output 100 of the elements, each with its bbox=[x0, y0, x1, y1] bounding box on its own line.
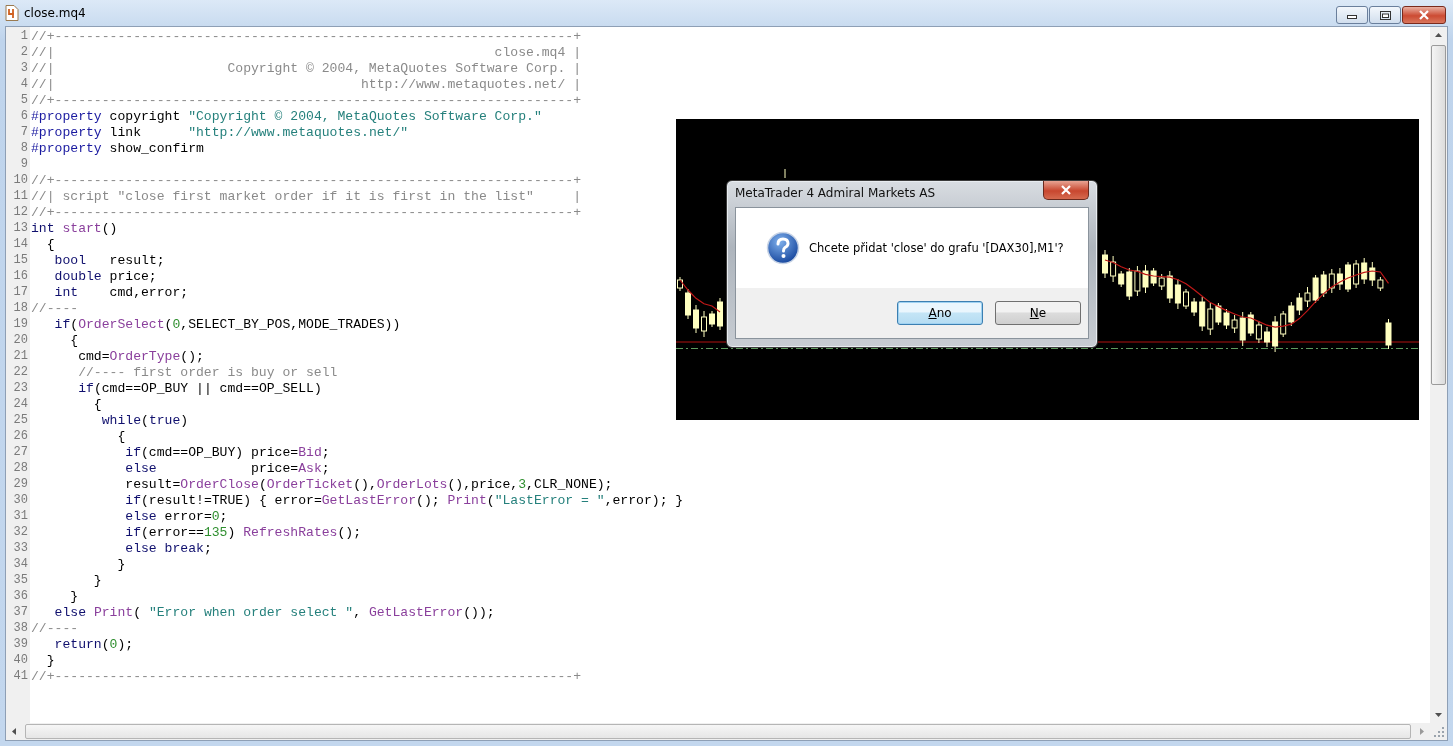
code-line: //| script "close first market order if it is first in the list" | bbox=[31, 189, 582, 205]
code-line: } bbox=[92, 573, 102, 589]
code-line: { bbox=[116, 429, 126, 445]
line-number: 18 bbox=[12, 301, 29, 317]
line-number: 27 bbox=[12, 445, 29, 461]
line-number: 6 bbox=[19, 109, 29, 125]
minimize-button[interactable] bbox=[1336, 6, 1368, 24]
restore-icon bbox=[1379, 10, 1391, 20]
line-number: 40 bbox=[12, 653, 29, 669]
line-number: 8 bbox=[19, 141, 29, 157]
candlestick bbox=[1345, 261, 1351, 293]
line-number: 5 bbox=[19, 93, 29, 109]
code-line: double price; bbox=[53, 269, 157, 285]
vertical-scrollbar[interactable] bbox=[1430, 27, 1447, 723]
line-number: 7 bbox=[19, 125, 29, 141]
line-number: 35 bbox=[12, 573, 29, 589]
dialog-message: Chcete přidat 'close' do grafu '[DAX30],M1'? bbox=[809, 241, 1064, 255]
line-number: 9 bbox=[19, 157, 29, 173]
line-number: 20 bbox=[12, 333, 29, 349]
candlestick bbox=[1264, 326, 1270, 348]
code-line: //| Copyright © 2004, MetaQuotes Software Corp. | bbox=[31, 61, 582, 77]
candle-wick bbox=[784, 168, 786, 179]
line-number: 22 bbox=[12, 365, 29, 381]
code-line: //+------------------------------------------------------------------+ bbox=[31, 93, 582, 109]
code-line: return(0); bbox=[53, 637, 134, 653]
line-number: 26 bbox=[12, 429, 29, 445]
code-line: int cmd,error; bbox=[53, 285, 189, 301]
candlestick bbox=[709, 310, 715, 328]
code-line: #property link "http://www.metaquotes.net/" bbox=[31, 125, 409, 141]
close-icon bbox=[1418, 10, 1430, 20]
line-number: 19 bbox=[12, 317, 29, 333]
close-button[interactable] bbox=[1043, 181, 1089, 200]
line-number: 23 bbox=[12, 381, 29, 397]
line-number: 12 bbox=[12, 205, 29, 221]
code-line: //| http://www.metaquotes.net/ | bbox=[31, 77, 582, 93]
code-line: int start() bbox=[31, 221, 118, 237]
code-line: if(error==135) RefreshRates(); bbox=[124, 525, 362, 541]
candlestick bbox=[717, 297, 723, 331]
code-line: bool result; bbox=[53, 253, 165, 269]
code-line: { bbox=[69, 333, 79, 349]
close-icon bbox=[1060, 185, 1072, 195]
code-line: //+------------------------------------------------------------------+ bbox=[31, 669, 582, 685]
line-number: 34 bbox=[12, 557, 29, 573]
line-number: 25 bbox=[12, 413, 29, 429]
code-line: else price=Ask; bbox=[124, 461, 330, 477]
question-icon bbox=[766, 231, 800, 265]
line-number: 32 bbox=[12, 525, 29, 541]
line-number: 15 bbox=[12, 253, 29, 269]
restore-button[interactable] bbox=[1369, 6, 1401, 24]
code-line: else break; bbox=[124, 541, 212, 557]
scrollbar-thumb[interactable] bbox=[1431, 45, 1446, 385]
line-number: 37 bbox=[12, 605, 29, 621]
code-line: if(result!=TRUE) { error=GetLastError(); Print("LastError = ",error); } bbox=[124, 493, 684, 509]
dialog-button[interactable]: Ano bbox=[897, 301, 983, 325]
line-number: 10 bbox=[12, 173, 29, 189]
candlestick bbox=[1183, 288, 1189, 310]
line-number: 16 bbox=[12, 269, 29, 285]
code-line: //---- bbox=[31, 301, 79, 317]
line-number: 29 bbox=[12, 477, 29, 493]
line-number: 1 bbox=[19, 29, 29, 45]
candlestick bbox=[685, 288, 691, 320]
candlestick bbox=[701, 310, 707, 338]
line-number: 38 bbox=[12, 621, 29, 637]
code-line: //+------------------------------------------------------------------+ bbox=[31, 173, 582, 189]
code-line: while(true) bbox=[100, 413, 189, 429]
line-number: 31 bbox=[12, 509, 29, 525]
line-number: 33 bbox=[12, 541, 29, 557]
dialog-button[interactable]: Ne bbox=[995, 301, 1081, 325]
code-line: if(cmd==OP_BUY) price=Bid; bbox=[124, 445, 330, 461]
code-line: //+------------------------------------------------------------------+ bbox=[31, 29, 582, 45]
code-line: else error=0; bbox=[124, 509, 228, 525]
candlestick bbox=[677, 276, 683, 292]
line-number: 17 bbox=[12, 285, 29, 301]
line-number: 13 bbox=[12, 221, 29, 237]
line-number: 28 bbox=[12, 461, 29, 477]
line-number: 41 bbox=[12, 669, 29, 685]
code-line: //| close.mq4 | bbox=[31, 45, 582, 61]
window-title: close.mq4 bbox=[24, 6, 86, 20]
line-number: 4 bbox=[19, 77, 29, 93]
file-icon bbox=[5, 5, 19, 21]
code-line: { bbox=[92, 397, 102, 413]
code-line: } bbox=[45, 653, 55, 669]
code-line: cmd=OrderType(); bbox=[77, 349, 204, 365]
line-number: 2 bbox=[19, 45, 29, 61]
line-number: 14 bbox=[12, 237, 29, 253]
code-line: } bbox=[116, 557, 126, 573]
code-line: { bbox=[45, 237, 55, 253]
line-number: 30 bbox=[12, 493, 29, 509]
line-number: 36 bbox=[12, 589, 29, 605]
line-number: 24 bbox=[12, 397, 29, 413]
line-number: 11 bbox=[12, 189, 29, 205]
line-number: 3 bbox=[19, 61, 29, 77]
code-line: #property copyright "Copyright © 2004, MetaQuotes Software Corp." bbox=[31, 109, 542, 125]
candlestick bbox=[1102, 249, 1108, 279]
code-line: #property show_confirm bbox=[31, 141, 204, 157]
close-button[interactable] bbox=[1402, 6, 1446, 24]
code-line: //---- first order is buy or sell bbox=[77, 365, 338, 381]
dialog-title: MetaTrader 4 Admiral Markets AS bbox=[735, 186, 936, 200]
code-line: //+------------------------------------------------------------------+ bbox=[31, 205, 582, 221]
line-number: 39 bbox=[12, 637, 29, 653]
